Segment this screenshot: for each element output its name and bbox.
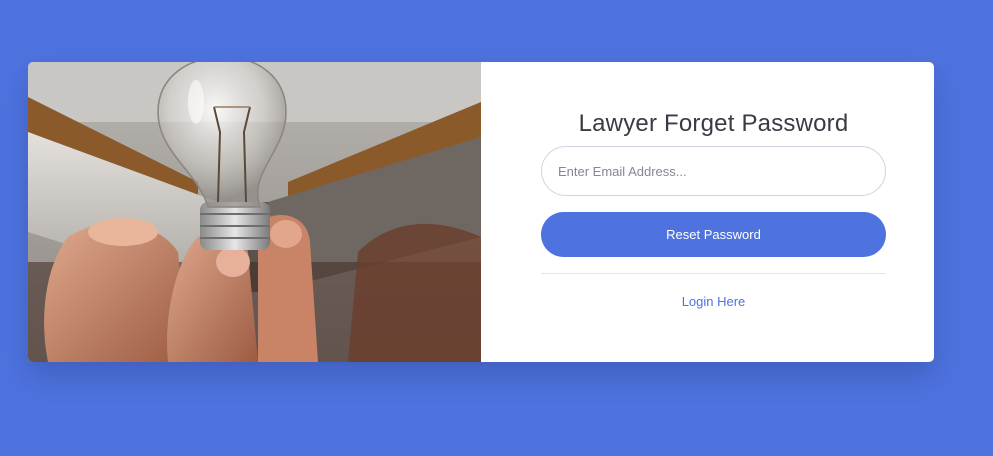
login-here-link[interactable]: Login Here [541, 294, 886, 309]
reset-password-button[interactable]: Reset Password [541, 212, 886, 257]
forgot-password-card: Lawyer Forget Password Reset Password Lo… [28, 62, 934, 362]
page-title: Lawyer Forget Password [578, 110, 849, 137]
divider [541, 273, 886, 274]
forgot-password-form: Lawyer Forget Password Reset Password Lo… [481, 62, 934, 362]
lightbulb-book-photo [28, 62, 481, 362]
email-field[interactable] [541, 146, 886, 196]
